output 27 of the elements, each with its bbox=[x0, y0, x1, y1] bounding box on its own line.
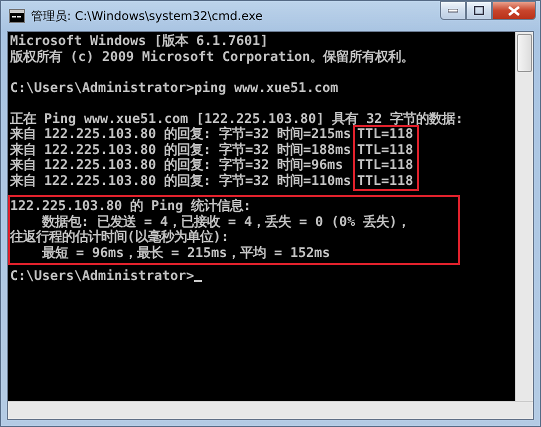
console-line: C:\Users\Administrator>ping www.xue51.com bbox=[10, 80, 340, 96]
console-line: 来自 122.225.103.80 的回复: 字节=32 时间=110ms bbox=[10, 174, 352, 189]
close-button[interactable] bbox=[492, 1, 536, 20]
console-line: 往返行程的估计时间(以毫秒为单位): bbox=[10, 230, 230, 246]
console-line: Microsoft Windows [版本 6.1.7601] bbox=[10, 34, 270, 50]
maximize-icon bbox=[474, 6, 484, 15]
console-line: 122.225.103.80 的 Ping 统计信息: bbox=[10, 199, 252, 214]
console-line: 来自 122.225.103.80 的回复: 字节=32 时间=96ms bbox=[10, 158, 344, 173]
console-line: 来自 122.225.103.80 的回复: 字节=32 时间=215ms bbox=[10, 127, 352, 142]
console-text: TTL=118 bbox=[357, 142, 414, 158]
console-icon bbox=[9, 9, 25, 23]
console-line: 正在 Ping www.xue51.com [122.225.103.80] 具有 32 字节的数据: bbox=[10, 112, 464, 126]
horizontal-scrollbar[interactable] bbox=[8, 401, 533, 419]
window-title: 管理员: C:\Windows\system32\cmd.exe bbox=[31, 8, 264, 24]
close-icon bbox=[508, 6, 520, 16]
minimize-icon bbox=[448, 8, 458, 12]
console-line: 版权所有 (c) 2009 Microsoft Corporation。保留所有权利。 bbox=[10, 50, 416, 65]
console-text: TTL=118 bbox=[357, 127, 414, 142]
console-text: TTL=118 bbox=[357, 158, 414, 174]
console-line: 数据包: 已发送 = 4，已接收 = 4，丢失 = 0 (0% 丢失)， bbox=[40, 214, 412, 230]
maximize-button[interactable] bbox=[466, 1, 492, 20]
console-text: TTL=118 bbox=[357, 174, 414, 189]
console-line: 最短 = 96ms，最长 = 215ms，平均 = 152ms bbox=[41, 246, 332, 261]
console-line: 来自 122.225.103.80 的回复: 字节=32 时间=188ms bbox=[10, 142, 352, 158]
minimize-button[interactable] bbox=[440, 1, 466, 20]
prompt-text: C:\Users\Administrator> bbox=[10, 269, 194, 284]
vertical-scrollbar[interactable] bbox=[515, 32, 533, 401]
